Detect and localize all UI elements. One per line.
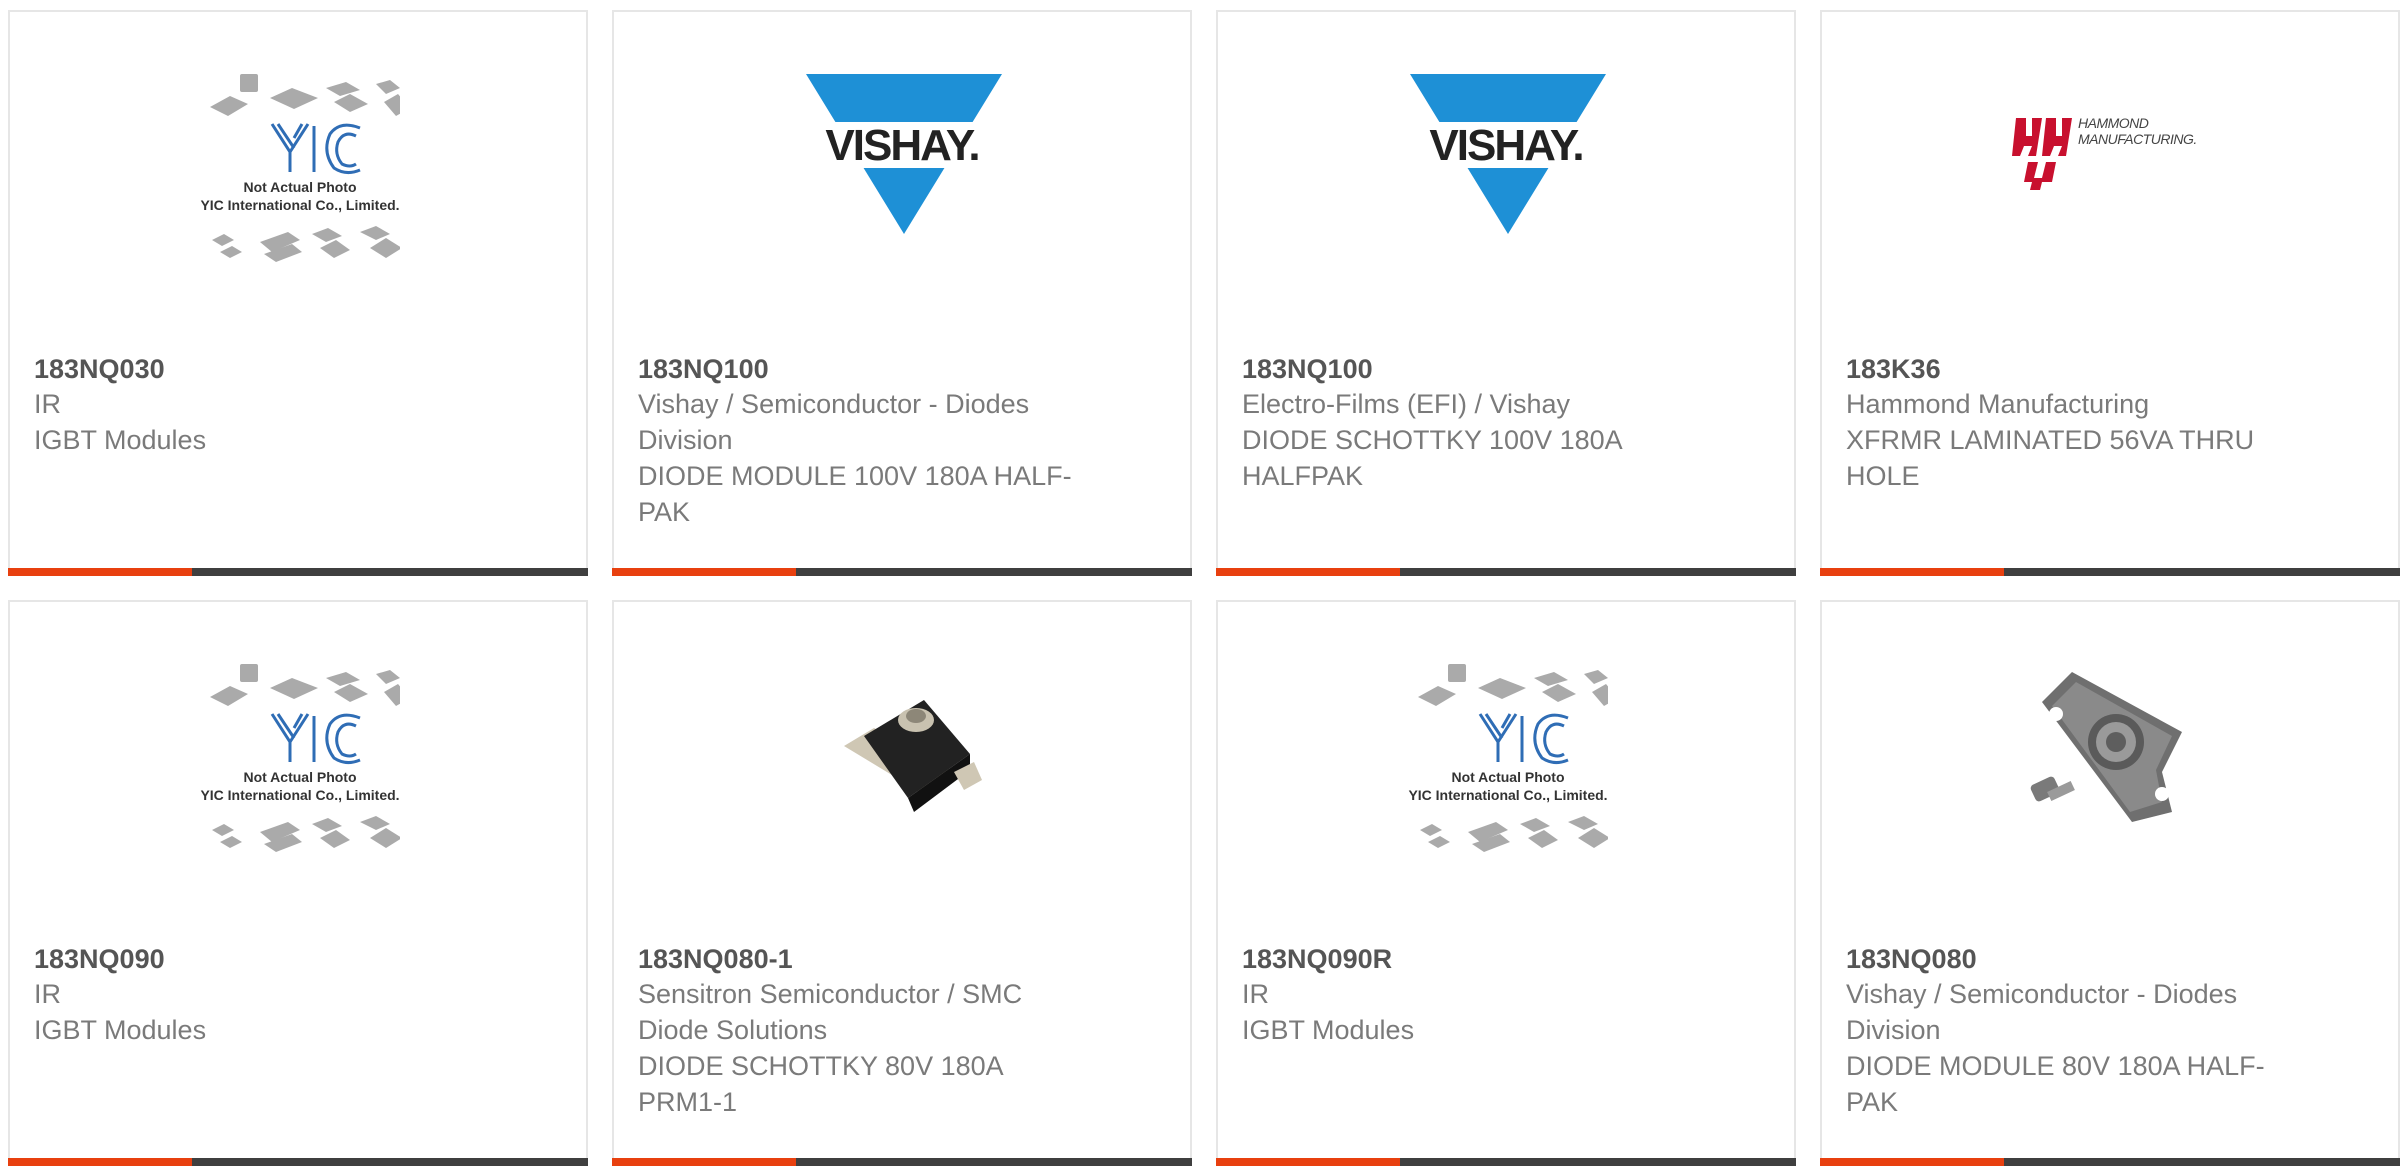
product-image-vishay-logo[interactable]: VISHAY. — [804, 72, 1004, 312]
part-number[interactable]: 183NQ090R — [1242, 942, 1770, 976]
card-bottom-bar — [8, 568, 588, 576]
bar-rest — [192, 1158, 588, 1166]
yic-placeholder-icon: Not Actual Photo YIC International Co., … — [1408, 664, 1608, 852]
accent-bar — [612, 1158, 796, 1166]
product-card[interactable]: Not Actual Photo YIC International Co., … — [1216, 600, 1796, 1166]
description: DIODE SCHOTTKY 100V 180A HALFPAK — [1242, 425, 1622, 491]
card-bottom-bar — [1820, 1158, 2400, 1166]
product-image-diode-photo[interactable] — [804, 662, 1004, 902]
product-card[interactable]: Not Actual Photo YIC International Co., … — [8, 600, 588, 1166]
part-number[interactable]: 183NQ100 — [638, 352, 1166, 386]
product-info: 183NQ100 Vishay / Semiconductor - Diodes… — [638, 352, 1166, 530]
accent-bar — [8, 568, 192, 576]
logo-text: MANUFACTURING. — [2078, 131, 2197, 147]
description: IGBT Modules — [34, 425, 207, 455]
description: DIODE SCHOTTKY 80V 180A PRM1-1 — [638, 1051, 1003, 1117]
bar-rest — [1400, 568, 1796, 576]
product-info: 183NQ090 IR IGBT Modules — [34, 942, 562, 1048]
product-image-yic-placeholder[interactable]: Not Actual Photo YIC International Co., … — [200, 662, 400, 902]
manufacturer: Electro-Films (EFI) / Vishay — [1242, 389, 1571, 419]
yic-placeholder-icon: Not Actual Photo YIC International Co., … — [200, 74, 400, 262]
product-image-yic-placeholder[interactable]: Not Actual Photo YIC International Co., … — [200, 72, 400, 312]
image-caption: Not Actual Photo — [243, 179, 356, 195]
accent-bar — [1216, 1158, 1400, 1166]
bar-rest — [2004, 1158, 2400, 1166]
part-number[interactable]: 183NQ100 — [1242, 352, 1770, 386]
hammond-logo-icon: HAMMOND MANUFACTURING. — [2012, 115, 2197, 190]
description: XFRMR LAMINATED 56VA THRU HOLE — [1846, 425, 2255, 491]
part-number[interactable]: 183K36 — [1846, 352, 2374, 386]
vishay-logo-icon: VISHAY. — [804, 74, 1004, 234]
product-image-hammond-logo[interactable]: HAMMOND MANUFACTURING. — [2012, 72, 2212, 312]
accent-bar — [8, 1158, 192, 1166]
manufacturer: Hammond Manufacturing — [1846, 389, 2150, 419]
description: IGBT Modules — [34, 1015, 207, 1045]
product-info: 183NQ080 Vishay / Semiconductor - Diodes… — [1846, 942, 2374, 1120]
product-grid: Not Actual Photo YIC International Co., … — [8, 10, 2400, 1166]
product-info: 183NQ030 IR IGBT Modules — [34, 352, 562, 458]
product-card[interactable]: VISHAY. 183NQ100 Vishay / Semiconductor … — [612, 10, 1192, 576]
manufacturer: Sensitron Semiconductor / SMC Diode Solu… — [638, 979, 1023, 1045]
yic-placeholder-icon: Not Actual Photo YIC International Co., … — [200, 664, 400, 852]
logo-text: VISHAY. — [1429, 121, 1582, 170]
bar-rest — [796, 1158, 1192, 1166]
part-number[interactable]: 183NQ090 — [34, 942, 562, 976]
accent-bar — [612, 568, 796, 576]
product-info: 183NQ080-1 Sensitron Semiconductor / SMC… — [638, 942, 1166, 1120]
accent-bar — [1216, 568, 1400, 576]
card-bottom-bar — [1216, 568, 1796, 576]
image-caption: Not Actual Photo — [1451, 769, 1564, 785]
card-bottom-bar — [612, 1158, 1192, 1166]
card-bottom-bar — [8, 1158, 588, 1166]
accent-bar — [1820, 1158, 2004, 1166]
bar-rest — [1400, 1158, 1796, 1166]
bar-rest — [192, 568, 588, 576]
manufacturer: Vishay / Semiconductor - Diodes Division — [638, 389, 1030, 455]
product-image-vishay-logo[interactable]: VISHAY. — [1408, 72, 1608, 312]
product-card[interactable]: VISHAY. 183NQ100 Electro-Films (EFI) / V… — [1216, 10, 1796, 576]
description: DIODE MODULE 100V 180A HALF-PAK — [638, 461, 1072, 527]
product-image-diode-photo[interactable] — [2012, 662, 2212, 902]
product-card[interactable]: 183NQ080-1 Sensitron Semiconductor / SMC… — [612, 600, 1192, 1166]
card-bottom-bar — [1820, 568, 2400, 576]
product-image-yic-placeholder[interactable]: Not Actual Photo YIC International Co., … — [1408, 662, 1608, 902]
image-caption: Not Actual Photo — [243, 769, 356, 785]
product-info: 183NQ090R IR IGBT Modules — [1242, 942, 1770, 1048]
manufacturer: IR — [34, 979, 61, 1009]
accent-bar — [1820, 568, 2004, 576]
logo-text: HAMMOND — [2078, 115, 2149, 131]
product-info: 183NQ100 Electro-Films (EFI) / Vishay DI… — [1242, 352, 1770, 494]
part-number[interactable]: 183NQ080-1 — [638, 942, 1166, 976]
part-number[interactable]: 183NQ030 — [34, 352, 562, 386]
card-bottom-bar — [612, 568, 1192, 576]
product-card[interactable]: HAMMOND MANUFACTURING. 183K36 Hammond Ma… — [1820, 10, 2400, 576]
diode-module-icon — [844, 700, 982, 812]
image-caption: YIC International Co., Limited. — [1408, 787, 1607, 803]
card-bottom-bar — [1216, 1158, 1796, 1166]
manufacturer: Vishay / Semiconductor - Diodes Division — [1846, 979, 2238, 1045]
description: IGBT Modules — [1242, 1015, 1415, 1045]
image-caption: YIC International Co., Limited. — [200, 787, 399, 803]
manufacturer: IR — [1242, 979, 1269, 1009]
bar-rest — [796, 568, 1192, 576]
description: DIODE MODULE 80V 180A HALF-PAK — [1846, 1051, 2265, 1117]
vishay-logo-icon: VISHAY. — [1408, 74, 1608, 234]
logo-text: VISHAY. — [825, 121, 978, 170]
part-number[interactable]: 183NQ080 — [1846, 942, 2374, 976]
bar-rest — [2004, 568, 2400, 576]
manufacturer: IR — [34, 389, 61, 419]
product-card[interactable]: 183NQ080 Vishay / Semiconductor - Diodes… — [1820, 600, 2400, 1166]
product-info: 183K36 Hammond Manufacturing XFRMR LAMIN… — [1846, 352, 2374, 494]
diode-module-metal-icon — [2030, 672, 2182, 822]
product-card[interactable]: Not Actual Photo YIC International Co., … — [8, 10, 588, 576]
image-caption: YIC International Co., Limited. — [200, 197, 399, 213]
